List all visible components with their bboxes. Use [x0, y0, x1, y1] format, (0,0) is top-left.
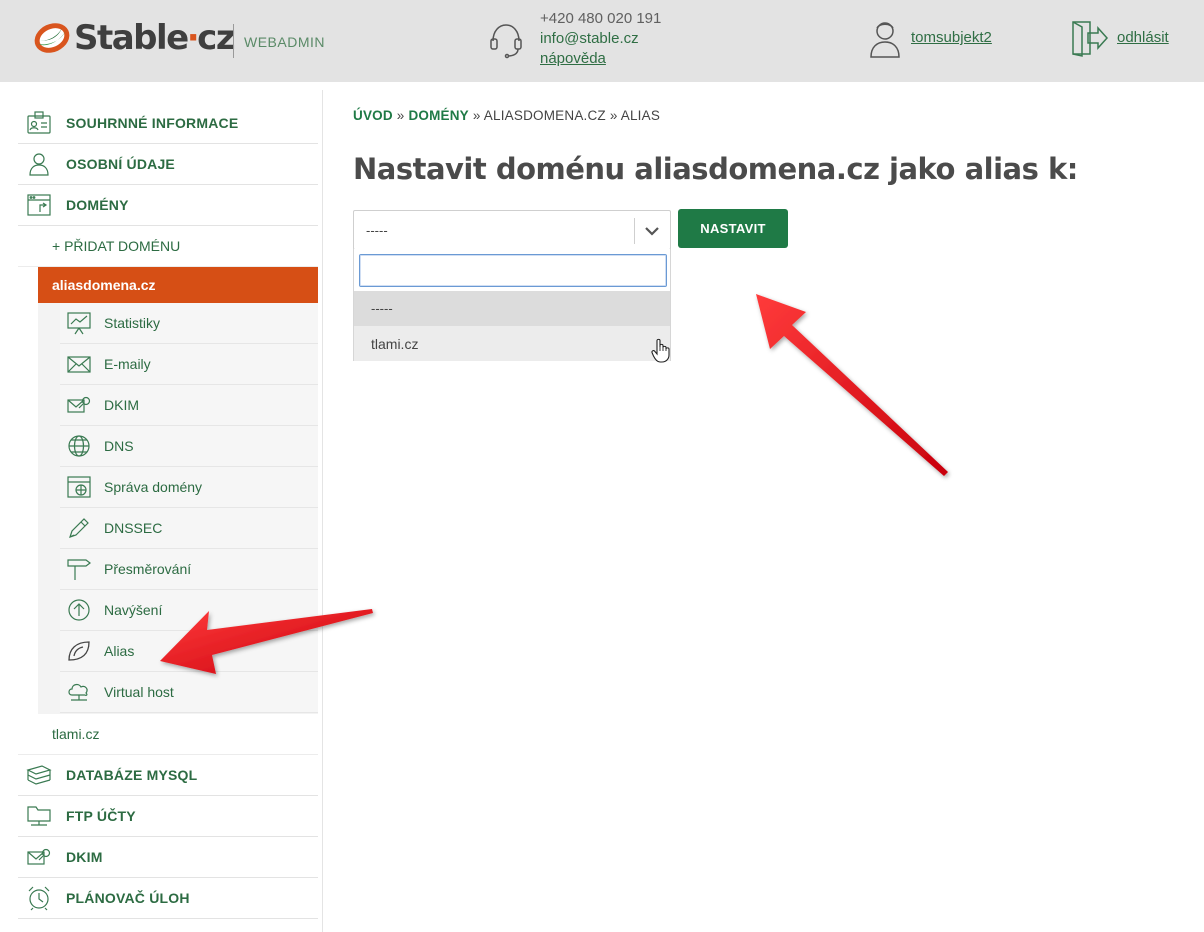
subitem-label: Statistiky [104, 315, 161, 331]
domain-submenu: Statistiky E-maily DKIM DNS Správa domén… [38, 303, 318, 714]
breadcrumb-current: ALIAS [620, 108, 661, 123]
subitem-emails[interactable]: E-maily [60, 344, 318, 385]
headset-icon [490, 24, 522, 59]
sidebar-item-scheduler[interactable]: PLÁNOVAČ ÚLOH [18, 878, 318, 919]
breadcrumb-separator: » [472, 108, 481, 123]
app-subtitle: WEBADMIN [244, 34, 325, 50]
subitem-label: DKIM [104, 397, 139, 413]
sidebar-item-databases[interactable]: DATABÁZE MYSQL [18, 755, 318, 796]
subitem-label: Navýšení [104, 602, 163, 618]
stable-logo-icon [34, 23, 70, 53]
id-card-icon [27, 111, 51, 134]
sidebar-label: DKIM [66, 849, 103, 865]
subitem-label: DNSSEC [104, 520, 163, 536]
select-divider [634, 218, 635, 244]
browser-window-icon [27, 194, 51, 216]
sidebar: SOUHRNNÉ INFORMACE OSOBNÍ ÚDAJE DOMÉNY +… [18, 103, 318, 919]
globe-icon [68, 435, 90, 457]
top-header: Stable·cz WEBADMIN +420 480 020 191 info… [0, 0, 1204, 82]
pen-icon [69, 518, 89, 538]
username-link[interactable]: tomsubjekt2 [911, 29, 992, 46]
sidebar-label: OSOBNÍ ÚDAJE [66, 156, 175, 172]
subitem-alias[interactable]: Alias [60, 631, 318, 672]
subitem-virtual-host[interactable]: Virtual host [60, 672, 318, 713]
email-link[interactable]: info@stable.cz [540, 29, 661, 49]
sidebar-label: DOMÉNY [66, 197, 129, 213]
sidebar-item-domains[interactable]: DOMÉNY [18, 185, 318, 226]
help-link[interactable]: nápověda [540, 49, 661, 69]
subitem-label: Přesměrování [104, 561, 192, 577]
logo-text: Stable·cz [74, 18, 236, 58]
domain-admin-icon [67, 476, 91, 498]
sidebar-label: FTP ÚČTY [66, 808, 136, 824]
person-icon [29, 153, 49, 176]
sidebar-label: DATABÁZE MYSQL [66, 767, 198, 783]
dropdown-option[interactable]: tlami.cz [354, 326, 670, 361]
submit-button[interactable]: NASTAVIT [678, 209, 788, 248]
subitem-statistics[interactable]: Statistiky [60, 303, 318, 344]
subitem-label: E-maily [104, 356, 151, 372]
alias-target-select[interactable]: ----- [353, 210, 671, 250]
select-current-value: ----- [366, 223, 388, 238]
page-title: Nastavit doménu aliasdomena.cz jako alia… [353, 152, 1078, 186]
add-domain-link[interactable]: + PŘIDAT DOMÉNU [18, 226, 318, 267]
dkim-key-icon [67, 396, 91, 413]
breadcrumb-separator: » [396, 108, 405, 123]
logout-link[interactable]: odhlásit [1117, 29, 1169, 46]
sidebar-item-active-domain[interactable]: aliasdomena.cz [38, 267, 318, 303]
sidebar-item-ftp[interactable]: FTP ÚČTY [18, 796, 318, 837]
subitem-dns[interactable]: DNS [60, 426, 318, 467]
subitem-label: Alias [104, 643, 135, 659]
envelope-icon [67, 356, 91, 373]
user-icon [870, 22, 900, 58]
contact-block: +420 480 020 191 info@stable.cz nápověda [540, 9, 661, 69]
breadcrumb: ÚVOD » DOMÉNY » ALIASDOMENA.CZ » ALIAS [353, 108, 660, 123]
logo[interactable]: Stable·cz [32, 18, 236, 58]
arrow-up-circle-icon [68, 599, 90, 621]
subitem-label: Správa domény [104, 479, 203, 495]
sidebar-item-summary[interactable]: SOUHRNNÉ INFORMACE [18, 103, 318, 144]
subitem-dkim[interactable]: DKIM [60, 385, 318, 426]
statistics-icon [67, 312, 91, 335]
sidebar-label: SOUHRNNÉ INFORMACE [66, 115, 239, 131]
breadcrumb-home[interactable]: ÚVOD [353, 108, 393, 123]
sidebar-item-other-domain[interactable]: tlami.cz [18, 714, 318, 755]
breadcrumb-separator: » [609, 108, 618, 123]
breadcrumb-domain: ALIASDOMENA.CZ [483, 108, 606, 123]
sidebar-divider [322, 90, 323, 932]
signpost-icon [67, 559, 91, 580]
database-layers-icon [26, 765, 52, 785]
phone-number: +420 480 020 191 [540, 10, 662, 27]
subitem-domain-admin[interactable]: Správa domény [60, 467, 318, 508]
logout-icon [1072, 21, 1109, 57]
ftp-folder-icon [27, 806, 51, 826]
select-dropdown: ----- tlami.cz [353, 249, 671, 361]
cloud-icon [68, 683, 88, 701]
annotation-arrow-to-button [756, 294, 948, 476]
chevron-down-icon[interactable] [643, 222, 661, 240]
sidebar-label: PLÁNOVAČ ÚLOH [66, 890, 190, 906]
alarm-clock-icon [28, 886, 50, 911]
sidebar-item-dkim[interactable]: DKIM [18, 837, 318, 878]
subitem-label: DNS [104, 438, 134, 454]
hand-cursor-icon [651, 338, 670, 363]
dropdown-search-input[interactable] [359, 254, 667, 287]
sidebar-item-personal[interactable]: OSOBNÍ ÚDAJE [18, 144, 318, 185]
subitem-label: Virtual host [104, 684, 174, 700]
dkim-key-icon [27, 848, 51, 865]
logo-separator [233, 24, 234, 58]
dropdown-option[interactable]: ----- [354, 291, 670, 326]
subitem-redirect[interactable]: Přesměrování [60, 549, 318, 590]
subitem-dnssec[interactable]: DNSSEC [60, 508, 318, 549]
breadcrumb-domains[interactable]: DOMÉNY [408, 108, 468, 123]
subitem-upgrade[interactable]: Navýšení [60, 590, 318, 631]
alias-leaf-icon [68, 641, 90, 661]
